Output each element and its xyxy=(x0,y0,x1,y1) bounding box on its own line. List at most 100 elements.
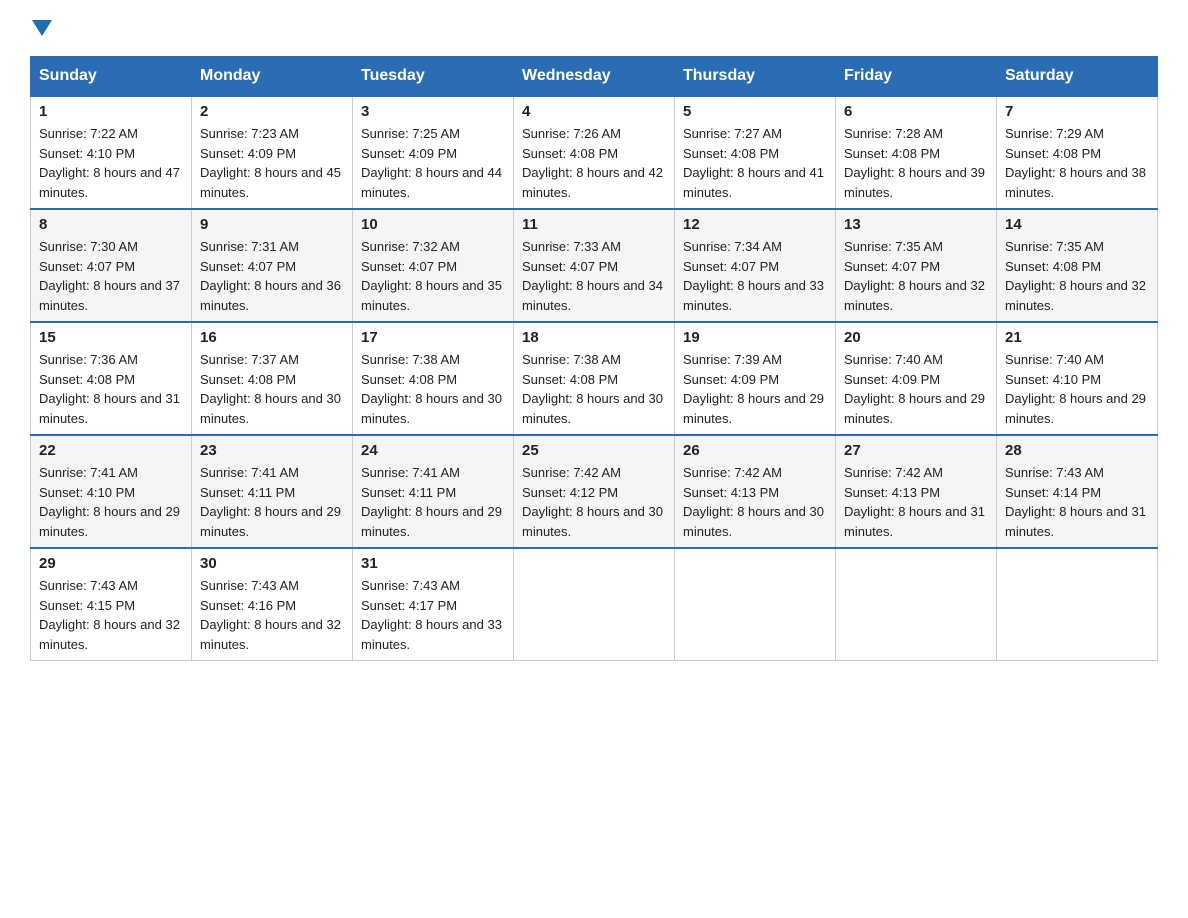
day-info: Sunrise: 7:40 AM Sunset: 4:10 PM Dayligh… xyxy=(1005,350,1149,428)
calendar-cell: 4 Sunrise: 7:26 AM Sunset: 4:08 PM Dayli… xyxy=(514,96,675,209)
calendar-cell: 29 Sunrise: 7:43 AM Sunset: 4:15 PM Dayl… xyxy=(31,548,192,661)
day-info: Sunrise: 7:22 AM Sunset: 4:10 PM Dayligh… xyxy=(39,124,183,202)
day-header-monday: Monday xyxy=(192,57,353,97)
calendar-cell: 22 Sunrise: 7:41 AM Sunset: 4:10 PM Dayl… xyxy=(31,435,192,548)
day-info: Sunrise: 7:38 AM Sunset: 4:08 PM Dayligh… xyxy=(361,350,505,428)
calendar-cell: 27 Sunrise: 7:42 AM Sunset: 4:13 PM Dayl… xyxy=(836,435,997,548)
day-info: Sunrise: 7:27 AM Sunset: 4:08 PM Dayligh… xyxy=(683,124,827,202)
day-number: 19 xyxy=(683,329,827,346)
day-number: 26 xyxy=(683,442,827,459)
calendar-cell xyxy=(836,548,997,661)
day-number: 6 xyxy=(844,103,988,120)
day-number: 11 xyxy=(522,216,666,233)
day-number: 27 xyxy=(844,442,988,459)
calendar-cell: 12 Sunrise: 7:34 AM Sunset: 4:07 PM Dayl… xyxy=(675,209,836,322)
logo xyxy=(30,20,52,36)
calendar-cell: 28 Sunrise: 7:43 AM Sunset: 4:14 PM Dayl… xyxy=(997,435,1158,548)
day-number: 4 xyxy=(522,103,666,120)
day-info: Sunrise: 7:43 AM Sunset: 4:16 PM Dayligh… xyxy=(200,576,344,654)
day-info: Sunrise: 7:34 AM Sunset: 4:07 PM Dayligh… xyxy=(683,237,827,315)
day-info: Sunrise: 7:42 AM Sunset: 4:13 PM Dayligh… xyxy=(683,463,827,541)
calendar-cell: 6 Sunrise: 7:28 AM Sunset: 4:08 PM Dayli… xyxy=(836,96,997,209)
calendar-cell: 10 Sunrise: 7:32 AM Sunset: 4:07 PM Dayl… xyxy=(353,209,514,322)
day-header-tuesday: Tuesday xyxy=(353,57,514,97)
calendar-cell xyxy=(514,548,675,661)
calendar-cell: 9 Sunrise: 7:31 AM Sunset: 4:07 PM Dayli… xyxy=(192,209,353,322)
day-info: Sunrise: 7:26 AM Sunset: 4:08 PM Dayligh… xyxy=(522,124,666,202)
calendar-cell: 21 Sunrise: 7:40 AM Sunset: 4:10 PM Dayl… xyxy=(997,322,1158,435)
day-info: Sunrise: 7:42 AM Sunset: 4:12 PM Dayligh… xyxy=(522,463,666,541)
calendar-week-row: 1 Sunrise: 7:22 AM Sunset: 4:10 PM Dayli… xyxy=(31,96,1158,209)
day-info: Sunrise: 7:28 AM Sunset: 4:08 PM Dayligh… xyxy=(844,124,988,202)
day-info: Sunrise: 7:42 AM Sunset: 4:13 PM Dayligh… xyxy=(844,463,988,541)
day-info: Sunrise: 7:25 AM Sunset: 4:09 PM Dayligh… xyxy=(361,124,505,202)
day-number: 30 xyxy=(200,555,344,572)
day-number: 18 xyxy=(522,329,666,346)
calendar-cell: 7 Sunrise: 7:29 AM Sunset: 4:08 PM Dayli… xyxy=(997,96,1158,209)
day-number: 31 xyxy=(361,555,505,572)
calendar-cell: 31 Sunrise: 7:43 AM Sunset: 4:17 PM Dayl… xyxy=(353,548,514,661)
calendar-cell: 18 Sunrise: 7:38 AM Sunset: 4:08 PM Dayl… xyxy=(514,322,675,435)
day-number: 12 xyxy=(683,216,827,233)
day-header-friday: Friday xyxy=(836,57,997,97)
calendar-cell: 19 Sunrise: 7:39 AM Sunset: 4:09 PM Dayl… xyxy=(675,322,836,435)
calendar-week-row: 22 Sunrise: 7:41 AM Sunset: 4:10 PM Dayl… xyxy=(31,435,1158,548)
day-info: Sunrise: 7:35 AM Sunset: 4:07 PM Dayligh… xyxy=(844,237,988,315)
day-header-saturday: Saturday xyxy=(997,57,1158,97)
day-info: Sunrise: 7:33 AM Sunset: 4:07 PM Dayligh… xyxy=(522,237,666,315)
calendar-cell: 14 Sunrise: 7:35 AM Sunset: 4:08 PM Dayl… xyxy=(997,209,1158,322)
day-info: Sunrise: 7:30 AM Sunset: 4:07 PM Dayligh… xyxy=(39,237,183,315)
day-number: 21 xyxy=(1005,329,1149,346)
day-number: 13 xyxy=(844,216,988,233)
day-number: 16 xyxy=(200,329,344,346)
calendar-cell: 23 Sunrise: 7:41 AM Sunset: 4:11 PM Dayl… xyxy=(192,435,353,548)
calendar-cell: 16 Sunrise: 7:37 AM Sunset: 4:08 PM Dayl… xyxy=(192,322,353,435)
day-header-wednesday: Wednesday xyxy=(514,57,675,97)
day-number: 25 xyxy=(522,442,666,459)
day-info: Sunrise: 7:35 AM Sunset: 4:08 PM Dayligh… xyxy=(1005,237,1149,315)
calendar-cell: 15 Sunrise: 7:36 AM Sunset: 4:08 PM Dayl… xyxy=(31,322,192,435)
calendar-week-row: 29 Sunrise: 7:43 AM Sunset: 4:15 PM Dayl… xyxy=(31,548,1158,661)
page-header xyxy=(30,20,1158,36)
day-info: Sunrise: 7:41 AM Sunset: 4:10 PM Dayligh… xyxy=(39,463,183,541)
calendar-cell xyxy=(997,548,1158,661)
day-number: 3 xyxy=(361,103,505,120)
day-info: Sunrise: 7:43 AM Sunset: 4:15 PM Dayligh… xyxy=(39,576,183,654)
day-info: Sunrise: 7:32 AM Sunset: 4:07 PM Dayligh… xyxy=(361,237,505,315)
logo-triangle-icon xyxy=(32,20,52,36)
day-number: 20 xyxy=(844,329,988,346)
day-info: Sunrise: 7:23 AM Sunset: 4:09 PM Dayligh… xyxy=(200,124,344,202)
day-info: Sunrise: 7:41 AM Sunset: 4:11 PM Dayligh… xyxy=(200,463,344,541)
day-number: 5 xyxy=(683,103,827,120)
day-number: 7 xyxy=(1005,103,1149,120)
day-number: 10 xyxy=(361,216,505,233)
day-number: 14 xyxy=(1005,216,1149,233)
day-number: 24 xyxy=(361,442,505,459)
day-info: Sunrise: 7:29 AM Sunset: 4:08 PM Dayligh… xyxy=(1005,124,1149,202)
calendar-cell: 24 Sunrise: 7:41 AM Sunset: 4:11 PM Dayl… xyxy=(353,435,514,548)
calendar-cell: 11 Sunrise: 7:33 AM Sunset: 4:07 PM Dayl… xyxy=(514,209,675,322)
calendar-cell: 1 Sunrise: 7:22 AM Sunset: 4:10 PM Dayli… xyxy=(31,96,192,209)
day-info: Sunrise: 7:37 AM Sunset: 4:08 PM Dayligh… xyxy=(200,350,344,428)
day-number: 2 xyxy=(200,103,344,120)
calendar-cell: 8 Sunrise: 7:30 AM Sunset: 4:07 PM Dayli… xyxy=(31,209,192,322)
day-info: Sunrise: 7:43 AM Sunset: 4:14 PM Dayligh… xyxy=(1005,463,1149,541)
calendar-cell: 17 Sunrise: 7:38 AM Sunset: 4:08 PM Dayl… xyxy=(353,322,514,435)
day-number: 8 xyxy=(39,216,183,233)
calendar-cell: 5 Sunrise: 7:27 AM Sunset: 4:08 PM Dayli… xyxy=(675,96,836,209)
calendar-cell: 2 Sunrise: 7:23 AM Sunset: 4:09 PM Dayli… xyxy=(192,96,353,209)
day-header-thursday: Thursday xyxy=(675,57,836,97)
calendar-cell xyxy=(675,548,836,661)
day-info: Sunrise: 7:31 AM Sunset: 4:07 PM Dayligh… xyxy=(200,237,344,315)
calendar-header-row: SundayMondayTuesdayWednesdayThursdayFrid… xyxy=(31,57,1158,97)
calendar-table: SundayMondayTuesdayWednesdayThursdayFrid… xyxy=(30,56,1158,661)
day-number: 29 xyxy=(39,555,183,572)
day-info: Sunrise: 7:36 AM Sunset: 4:08 PM Dayligh… xyxy=(39,350,183,428)
day-number: 17 xyxy=(361,329,505,346)
day-number: 15 xyxy=(39,329,183,346)
day-info: Sunrise: 7:41 AM Sunset: 4:11 PM Dayligh… xyxy=(361,463,505,541)
calendar-cell: 26 Sunrise: 7:42 AM Sunset: 4:13 PM Dayl… xyxy=(675,435,836,548)
calendar-cell: 13 Sunrise: 7:35 AM Sunset: 4:07 PM Dayl… xyxy=(836,209,997,322)
calendar-cell: 3 Sunrise: 7:25 AM Sunset: 4:09 PM Dayli… xyxy=(353,96,514,209)
calendar-cell: 30 Sunrise: 7:43 AM Sunset: 4:16 PM Dayl… xyxy=(192,548,353,661)
